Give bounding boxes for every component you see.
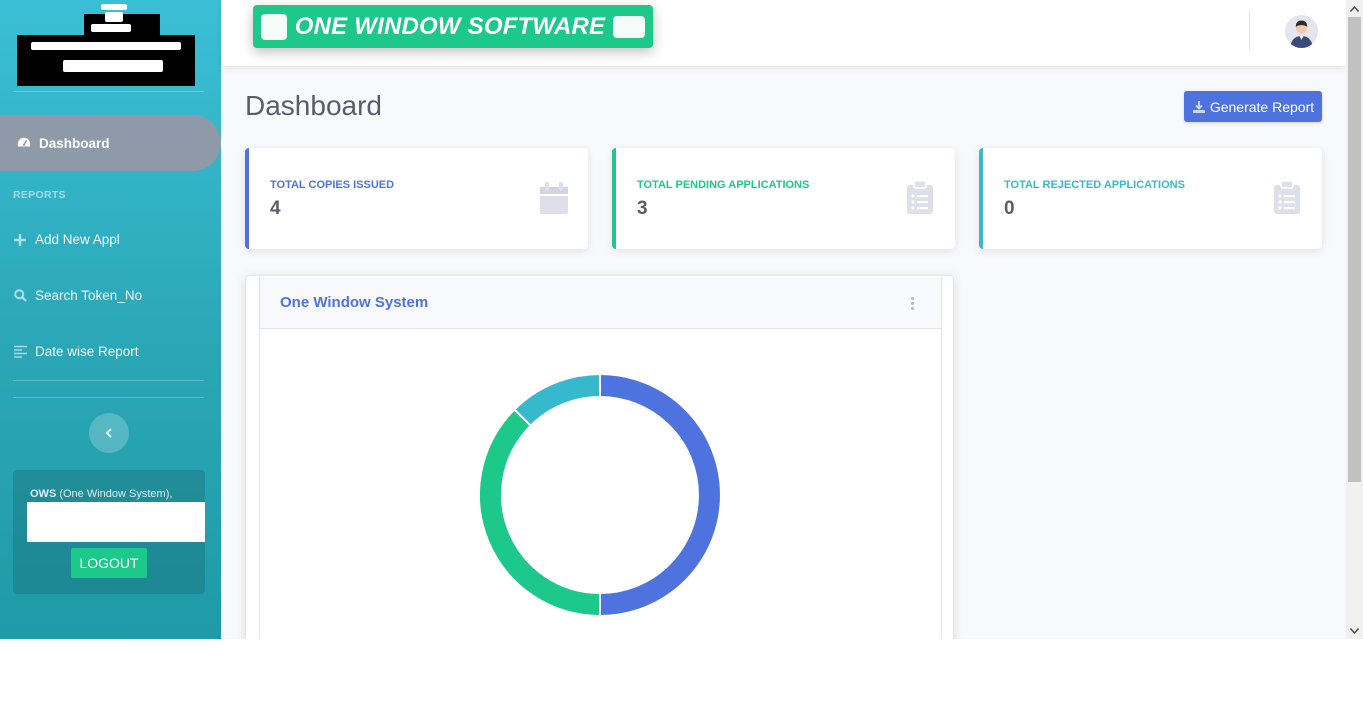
user-card: OWS (One Window System), LOGOUT xyxy=(13,470,205,594)
sidebar-toggle-button[interactable] xyxy=(89,413,129,453)
user-info-box xyxy=(27,502,205,542)
stat-card-copies-issued: TOTAL COPIES ISSUED 4 xyxy=(245,148,588,249)
banner-logo-left xyxy=(260,13,287,40)
align-left-icon xyxy=(13,345,27,359)
chart-card-header: One Window System xyxy=(260,277,941,329)
logout-button[interactable]: LOGOUT xyxy=(71,548,147,578)
chart-card: One Window System xyxy=(245,275,954,639)
page-title: Dashboard xyxy=(245,90,382,121)
search-icon xyxy=(13,289,27,303)
tachometer-icon xyxy=(17,136,31,150)
stat-title: TOTAL REJECTED APPLICATIONS xyxy=(1004,179,1185,191)
scrollbar-thumb[interactable] xyxy=(1348,17,1361,482)
stat-value: 4 xyxy=(270,198,281,219)
calendar-icon xyxy=(540,181,568,214)
sidebar-item-label: Search Token_No xyxy=(35,288,143,303)
more-vertical-icon[interactable] xyxy=(906,293,918,313)
sidebar-item-label: Dashboard xyxy=(39,135,110,151)
sidebar-item-search-token[interactable]: Search Token_No xyxy=(13,288,142,303)
sidebar-heading: REPORTS xyxy=(13,189,66,201)
stat-card-rejected-applications: TOTAL REJECTED APPLICATIONS 0 xyxy=(979,148,1322,249)
donut-slice-2[interactable] xyxy=(513,372,601,428)
chevron-left-icon xyxy=(105,425,113,441)
clipboard-list-icon xyxy=(907,180,935,214)
sidebar-divider xyxy=(13,397,204,398)
sidebar-item-add-new-appl[interactable]: Add New Appl xyxy=(13,232,120,247)
stat-title: TOTAL COPIES ISSUED xyxy=(270,179,395,191)
topbar: ONE WINDOW SOFTWARE xyxy=(221,0,1346,66)
stat-value: 0 xyxy=(1004,198,1015,219)
user-card-caption: OWS (One Window System), xyxy=(30,488,173,500)
page-scrollbar[interactable] xyxy=(1346,0,1363,639)
stat-title: TOTAL PENDING APPLICATIONS xyxy=(637,179,810,191)
sidebar-item-dashboard[interactable]: Dashboard xyxy=(0,115,221,171)
banner-text: ONE WINDOW SOFTWARE xyxy=(294,12,606,40)
sidebar-item-label: Date wise Report xyxy=(35,344,139,359)
sidebar-item-label: Add New Appl xyxy=(35,232,120,247)
scroll-up-icon[interactable] xyxy=(1346,0,1363,17)
sidebar-divider xyxy=(13,380,204,381)
download-icon xyxy=(1192,100,1206,114)
sidebar-item-date-wise-report[interactable]: Date wise Report xyxy=(13,344,139,359)
plus-icon xyxy=(13,233,27,247)
generate-report-button[interactable]: Generate Report xyxy=(1184,91,1322,122)
stat-value: 3 xyxy=(637,198,648,219)
sidebar-divider xyxy=(13,91,204,92)
donut-slice-0[interactable] xyxy=(599,372,722,618)
clipboard-list-icon xyxy=(1274,180,1302,214)
sidebar: Dashboard REPORTS Add New Appl Search To… xyxy=(0,0,221,639)
stat-card-pending-applications: TOTAL PENDING APPLICATIONS 3 xyxy=(612,148,955,249)
user-avatar[interactable] xyxy=(1285,15,1318,48)
donut-slice-1[interactable] xyxy=(478,408,601,618)
donut-chart xyxy=(478,372,722,618)
scroll-down-icon[interactable] xyxy=(1346,622,1363,639)
topbar-divider xyxy=(1249,10,1250,50)
browser-viewport: Dashboard REPORTS Add New Appl Search To… xyxy=(0,0,1363,639)
brand-logo[interactable] xyxy=(17,4,195,88)
software-banner: ONE WINDOW SOFTWARE xyxy=(253,5,653,48)
generate-report-label: Generate Report xyxy=(1209,98,1315,115)
chart-card-title: One Window System xyxy=(280,294,429,311)
banner-logo-right xyxy=(613,15,646,38)
